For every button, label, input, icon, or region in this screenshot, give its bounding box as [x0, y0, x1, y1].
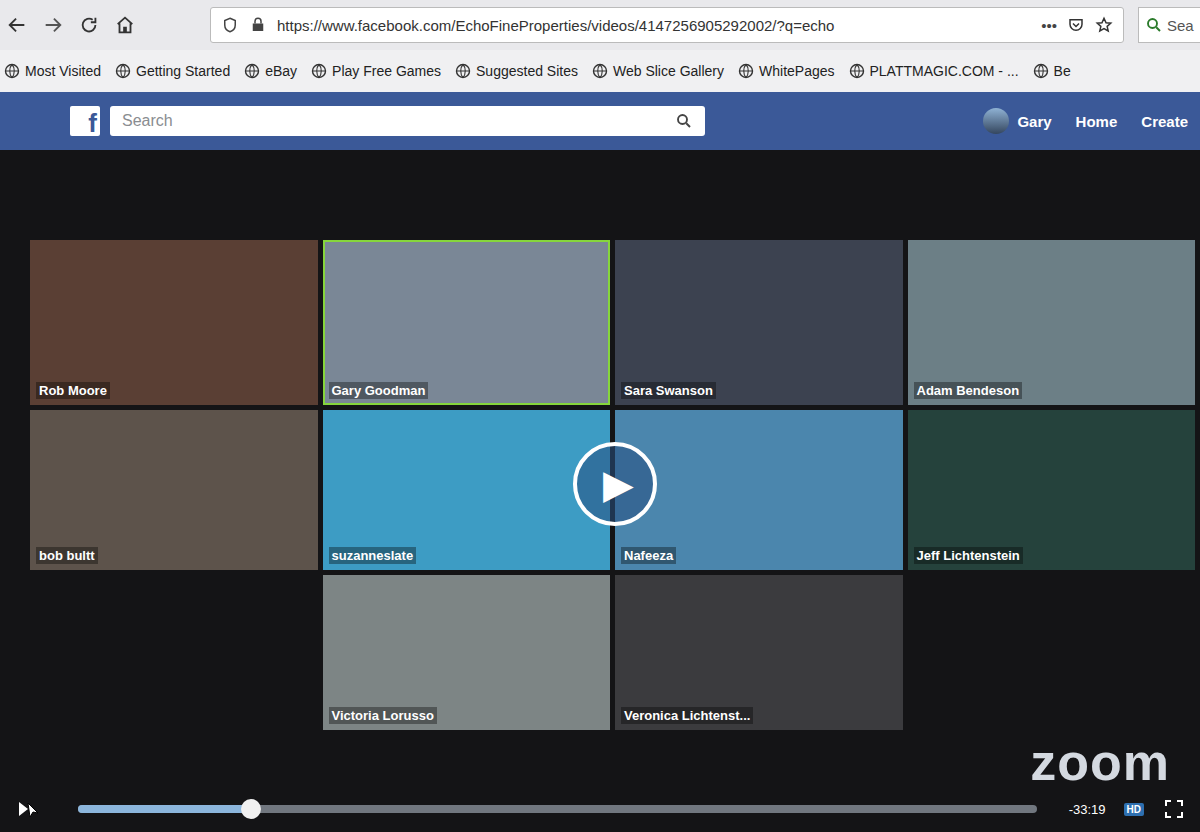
bookmark[interactable]: Be — [1033, 63, 1071, 79]
participant-tile: Rob Moore — [30, 240, 318, 405]
play-button[interactable]: ▶ — [573, 442, 657, 526]
bookmarks-bar: Most Visited Getting Started eBay Play Free… — [0, 50, 1200, 92]
participant-tile: suzanneslate — [323, 410, 611, 570]
participant-name: Nafeeza — [621, 547, 676, 564]
zoom-logo: zoom — [1030, 736, 1170, 788]
url-text: https://www.facebook.com/EchoFinePropert… — [277, 17, 1031, 34]
globe-icon — [115, 63, 131, 79]
participant-tile: Victoria Lorusso — [323, 575, 611, 730]
bookmark[interactable]: WhitePages — [738, 63, 834, 79]
forward-icon[interactable] — [42, 14, 64, 36]
page-actions-menu[interactable]: ••• — [1041, 17, 1057, 34]
video-player[interactable]: Rob Moore Gary Goodman Sara Swanson Adam Be… — [0, 150, 1200, 832]
participant-name: Veronica Lichtenst... — [621, 707, 753, 724]
browser-search[interactable]: Sea — [1138, 7, 1200, 43]
globe-icon — [311, 63, 327, 79]
video-controls: -33:19 HD — [0, 786, 1200, 832]
page: https://www.facebook.com/EchoFinePropert… — [0, 0, 1200, 832]
nav-link[interactable]: Create — [1141, 113, 1188, 130]
globe-icon — [244, 63, 260, 79]
reload-icon[interactable] — [78, 14, 100, 36]
home-icon[interactable] — [114, 14, 136, 36]
fullscreen-icon[interactable] — [1162, 797, 1186, 821]
facebook-search[interactable]: Search — [110, 106, 705, 136]
pocket-icon[interactable] — [1067, 16, 1085, 34]
browser-search-text: Sea — [1167, 17, 1194, 34]
magnifier-icon[interactable] — [675, 112, 693, 130]
bookmark[interactable]: Most Visited — [4, 63, 101, 79]
browser-toolbar: https://www.facebook.com/EchoFinePropert… — [0, 0, 1200, 50]
progress-knob[interactable] — [241, 799, 261, 819]
play-icon[interactable] — [14, 797, 38, 821]
globe-icon — [455, 63, 471, 79]
participant-name: Jeff Lichtenstein — [914, 547, 1023, 564]
participant-name: bob bultt — [36, 547, 98, 564]
participant-tile: bob bultt — [30, 410, 318, 570]
url-bar[interactable]: https://www.facebook.com/EchoFinePropert… — [210, 7, 1124, 43]
participant-tile: Nafeeza — [615, 410, 903, 570]
participant-tile: Veronica Lichtenst... — [615, 575, 903, 730]
bookmark[interactable]: eBay — [244, 63, 297, 79]
hd-badge[interactable]: HD — [1124, 803, 1144, 816]
bookmark[interactable]: Suggested Sites — [455, 63, 578, 79]
search-icon — [1145, 16, 1163, 34]
progress-fill — [78, 805, 251, 813]
search-placeholder: Search — [122, 112, 173, 130]
participant-name: Sara Swanson — [621, 382, 716, 399]
shield-icon — [221, 16, 239, 34]
participant-name: Adam Bendeson — [914, 382, 1023, 399]
globe-icon — [738, 63, 754, 79]
facebook-nav: Gary Home Create — [983, 108, 1188, 134]
facebook-logo[interactable]: f — [70, 106, 100, 136]
bookmark[interactable]: PLATTMAGIC.COM - ... — [849, 63, 1019, 79]
lock-icon — [249, 16, 267, 34]
participant-name: Rob Moore — [36, 382, 110, 399]
time-remaining: -33:19 — [1069, 802, 1106, 817]
participant-tile: Adam Bendeson — [908, 240, 1196, 405]
avatar-icon[interactable] — [983, 108, 1009, 134]
globe-icon — [4, 63, 20, 79]
nav-link[interactable]: Home — [1076, 113, 1118, 130]
participant-tile: Sara Swanson — [615, 240, 903, 405]
profile-link[interactable]: Gary — [1017, 113, 1051, 130]
participant-name: Gary Goodman — [329, 382, 429, 399]
bookmark[interactable]: Getting Started — [115, 63, 230, 79]
facebook-header: f Search Gary Home Create — [0, 92, 1200, 150]
globe-icon — [1033, 63, 1049, 79]
globe-icon — [592, 63, 608, 79]
back-icon[interactable] — [6, 14, 28, 36]
participant-name: suzanneslate — [329, 547, 417, 564]
bookmark[interactable]: Play Free Games — [311, 63, 441, 79]
participant-tile: Gary Goodman — [323, 240, 611, 405]
participant-tile: Jeff Lichtenstein — [908, 410, 1196, 570]
progress-track[interactable] — [78, 805, 1037, 813]
globe-icon — [849, 63, 865, 79]
bookmark[interactable]: Web Slice Gallery — [592, 63, 724, 79]
participant-name: Victoria Lorusso — [329, 707, 437, 724]
star-icon[interactable] — [1095, 16, 1113, 34]
